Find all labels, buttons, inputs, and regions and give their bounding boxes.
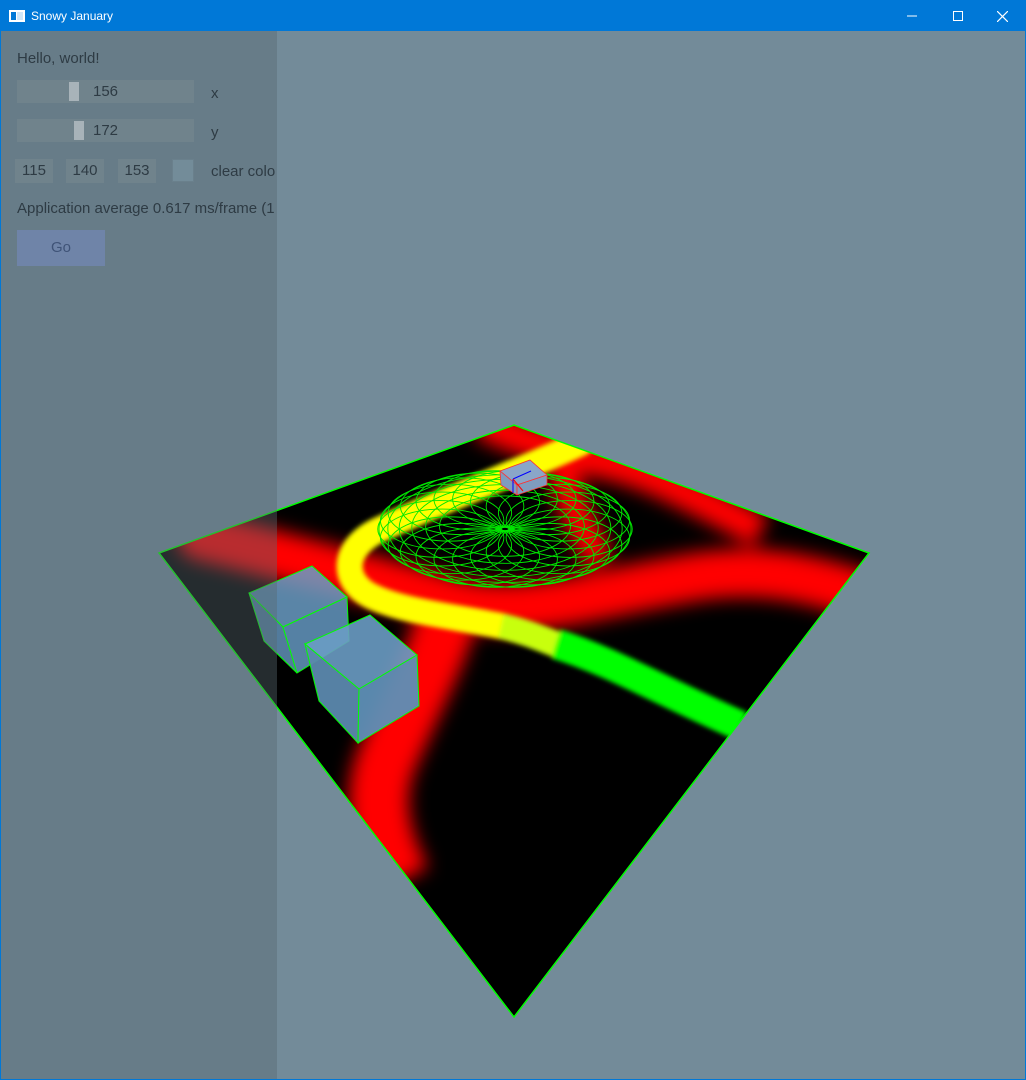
y-slider[interactable]: 172 — [17, 119, 194, 142]
window-app-icon — [9, 10, 25, 22]
y-slider-label: y — [211, 124, 219, 141]
clear-color-label: clear colo — [211, 163, 276, 180]
clear-color-b-field[interactable]: 153 — [118, 159, 156, 183]
window-title: Snowy January — [31, 9, 114, 23]
title-bar[interactable]: Snowy January — [1, 1, 1025, 31]
y-slider-value: 172 — [92, 122, 119, 139]
minimize-button[interactable] — [889, 1, 935, 31]
clear-color-r-field[interactable]: 115 — [15, 159, 53, 183]
debug-panel[interactable]: Hello, world! 156 x 172 y 115 140 153 cl… — [1, 31, 277, 1079]
x-slider[interactable]: 156 — [17, 80, 194, 103]
greeting-text: Hello, world! — [17, 50, 100, 67]
x-slider-label: x — [211, 85, 219, 102]
perf-stats-text: Application average 0.617 ms/frame (1 — [17, 200, 275, 217]
app-window: Snowy January Hello, world! 156 x 172 y … — [0, 0, 1026, 1080]
x-slider-value: 156 — [92, 83, 119, 100]
clear-color-swatch[interactable] — [172, 159, 194, 182]
go-button[interactable]: Go — [17, 230, 105, 266]
clear-color-g-field[interactable]: 140 — [66, 159, 104, 183]
maximize-icon — [953, 11, 963, 21]
close-icon — [996, 10, 1008, 22]
close-button[interactable] — [979, 1, 1025, 31]
maximize-button[interactable] — [935, 1, 981, 31]
minimize-icon — [907, 15, 917, 17]
